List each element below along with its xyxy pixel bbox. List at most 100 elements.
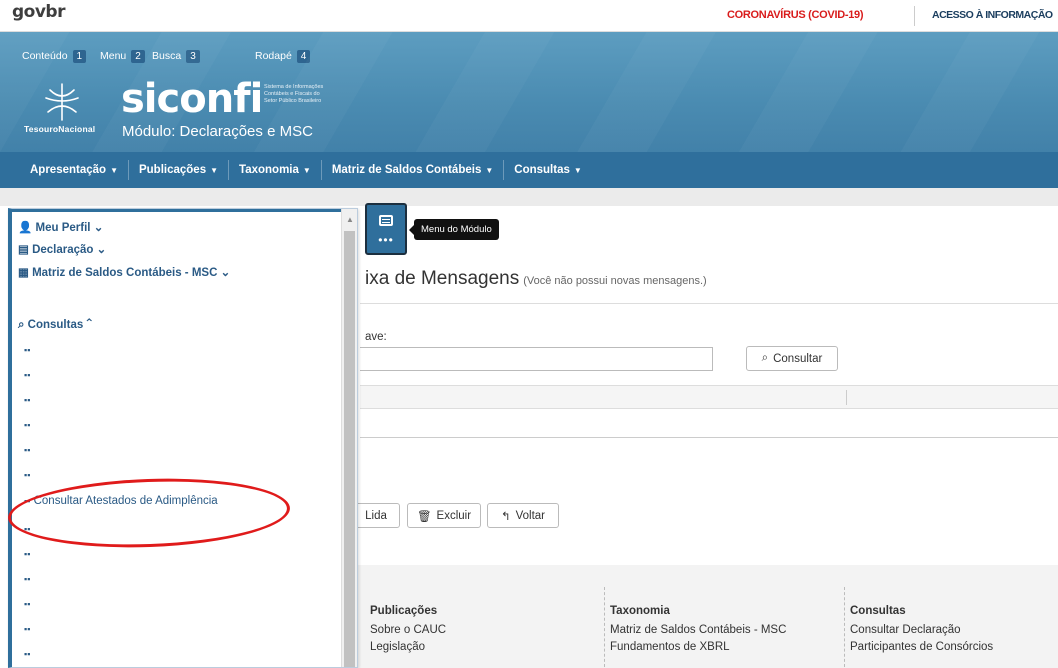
voltar-button[interactable]: ↰ Voltar: [487, 503, 559, 528]
sidebar-subitem-bullet-icon[interactable]: ▪▪: [24, 345, 30, 355]
page-title-text: ixa de Mensagens: [365, 268, 520, 289]
sidebar-item-consultas[interactable]: ⌕ Consultas ⌃: [18, 319, 92, 332]
caret-down-icon: ▼: [210, 166, 219, 175]
breadcrumb-strip: [0, 188, 1058, 206]
footer-col-consultas: Consultas Consultar Declaração Participa…: [850, 603, 993, 656]
divider: [360, 303, 1058, 304]
skip-label: Menu: [100, 50, 127, 62]
sidebar-subitem-bullet-icon[interactable]: ▪▪: [24, 420, 30, 430]
search-input[interactable]: [360, 347, 713, 371]
nav-label: Matriz de Saldos Contábeis: [331, 164, 482, 176]
search-icon: ⌕: [18, 319, 25, 331]
footer-heading: Publicações: [370, 605, 438, 617]
marcar-lida-button[interactable]: Lida: [352, 503, 400, 528]
nav-msc[interactable]: Matriz de Saldos Contábeis ▼: [322, 160, 505, 180]
nav-taxonomia[interactable]: Taxonomia ▼: [229, 160, 322, 180]
sidebar-item-label: Matriz de Saldos Contábeis - MSC: [32, 267, 218, 279]
sidebar-item-label: Declaração: [32, 244, 94, 256]
caret-down-icon: ▼: [302, 166, 311, 175]
sidebar-subitem-bullet-icon[interactable]: ▪▪: [24, 370, 30, 380]
tesouro-nacional-label: TesouroNacional: [24, 124, 96, 134]
tesouro-nacional-logo-icon: [45, 83, 79, 121]
field-label: ave:: [365, 331, 387, 343]
footer-link[interactable]: Consultar Declaração: [850, 622, 993, 639]
sidebar-subitem-bullet-icon[interactable]: ▪▪: [24, 574, 30, 584]
table-header: [360, 385, 1058, 409]
sidebar-item-declaracao[interactable]: ▤ Declaração ⌄: [18, 242, 106, 256]
footer-link[interactable]: Participantes de Consórcios: [850, 639, 993, 656]
nav-label: Publicações: [138, 164, 207, 176]
caret-down-icon: ▼: [573, 166, 582, 175]
sidebar-top-border: [12, 209, 357, 212]
skip-busca[interactable]: Busca 3: [152, 47, 200, 65]
footer-link[interactable]: Legislação: [370, 639, 446, 656]
scrollbar-thumb[interactable]: [344, 231, 355, 667]
voltar-label: Voltar: [515, 509, 546, 522]
skip-conteudo[interactable]: Conteúdo 1: [22, 47, 87, 65]
excluir-label: Excluir: [436, 509, 472, 522]
module-title: Módulo: Declarações e MSC: [122, 123, 313, 140]
column-separator: [846, 390, 847, 405]
footer-link[interactable]: Sobre o CAUC: [370, 622, 446, 639]
search-icon: ⌕: [761, 352, 769, 364]
nav-publicacoes[interactable]: Publicações ▼: [129, 160, 230, 180]
govbr-bar: govbr CORONAVÍRUS (COVID-19) ACESSO À IN…: [0, 0, 1058, 32]
excluir-button[interactable]: 🗑 Excluir: [407, 503, 481, 528]
site-header: Conteúdo 1 Menu 2 Busca 3 Rodapé 4 Tesou…: [0, 32, 1058, 152]
lida-label: Lida: [365, 509, 387, 522]
user-icon: 👤: [18, 222, 33, 234]
table-row: [360, 410, 1058, 438]
caret-down-icon: ▼: [110, 166, 118, 175]
nav-label: Apresentação: [30, 164, 107, 176]
main-nav: Apresentação ▼ Publicações ▼ Taxonomia ▼ Ma…: [0, 152, 1058, 188]
sidebar-item-meu-perfil[interactable]: 👤 Meu Perfil ⌄: [18, 220, 103, 234]
nav-label: Consultas: [514, 164, 570, 176]
sidebar-subitem-bullet-icon[interactable]: ▪▪: [24, 470, 30, 480]
document-icon: ▤: [18, 244, 29, 256]
nav-apresentacao[interactable]: Apresentação ▼: [20, 160, 129, 180]
table-icon: ▦: [18, 267, 29, 279]
menu-panel-icon: [379, 215, 393, 226]
skip-num: 3: [186, 49, 200, 63]
skip-num: 2: [131, 49, 145, 63]
sidebar-subitem-bullet-icon[interactable]: ▪▪: [24, 445, 30, 455]
consultar-button[interactable]: ⌕ Consultar: [746, 346, 838, 371]
divider: [604, 587, 605, 667]
divider: [914, 6, 915, 26]
acesso-informacao-link[interactable]: ACESSO À INFORMAÇÃO: [932, 9, 1053, 21]
covid-link[interactable]: CORONAVÍRUS (COVID-19): [727, 9, 864, 21]
trash-icon: 🗑: [416, 510, 432, 523]
sidebar-item-label: Consultas: [27, 319, 84, 331]
footer-link[interactable]: Matriz de Saldos Contábeis - MSC: [610, 622, 786, 639]
module-menu-toggle-button[interactable]: •••: [365, 203, 407, 255]
govbr-logo[interactable]: govbr: [12, 2, 65, 22]
skip-num: 1: [72, 49, 87, 63]
skip-rodape[interactable]: Rodapé 4: [255, 47, 311, 65]
skip-num: 4: [296, 49, 311, 63]
sidebar-subitem-bullet-icon[interactable]: ▪▪: [24, 549, 30, 559]
siconfi-logo[interactable]: siconfi: [121, 76, 263, 122]
footer-col-publicacoes: Publicações Sobre o CAUC Legislação: [370, 603, 446, 656]
tooltip: Menu do Módulo: [409, 219, 499, 240]
chevron-up-icon: ⌃: [86, 319, 92, 331]
nav-consultas[interactable]: Consultas ▼: [504, 160, 592, 180]
footer: Publicações Sobre o CAUC Legislação Taxo…: [358, 565, 1058, 668]
chevron-down-icon: ⌄: [96, 244, 107, 256]
divider: [844, 587, 845, 667]
footer-heading: Taxonomia: [610, 605, 670, 617]
sidebar-subitem-bullet-icon[interactable]: ▪▪: [24, 599, 30, 609]
footer-link[interactable]: Fundamentos de XBRL: [610, 639, 786, 656]
footer-heading: Consultas: [850, 605, 906, 617]
siconfi-subtitle: Sistema de Informações Contábeis e Fisca…: [264, 84, 324, 104]
sidebar-item-msc[interactable]: ▦ Matriz de Saldos Contábeis - MSC ⌄: [18, 265, 230, 279]
sidebar-subitem-bullet-icon[interactable]: ▪▪: [24, 395, 30, 405]
scroll-up-arrow-icon[interactable]: ▲: [346, 215, 354, 224]
sidebar-subitem-bullet-icon[interactable]: ▪▪: [24, 624, 30, 634]
sidebar-scrollbar[interactable]: ▲: [341, 209, 357, 667]
sidebar-subitem-bullet-icon[interactable]: ▪▪: [24, 649, 30, 659]
footer-col-taxonomia: Taxonomia Matriz de Saldos Contábeis - M…: [610, 603, 786, 656]
nav-label: Taxonomia: [239, 164, 299, 176]
skip-menu[interactable]: Menu 2: [100, 47, 145, 65]
page-title: ixa de Mensagens (Você não possui novas m…: [365, 268, 707, 290]
chevron-down-icon: ⌄: [93, 222, 104, 234]
